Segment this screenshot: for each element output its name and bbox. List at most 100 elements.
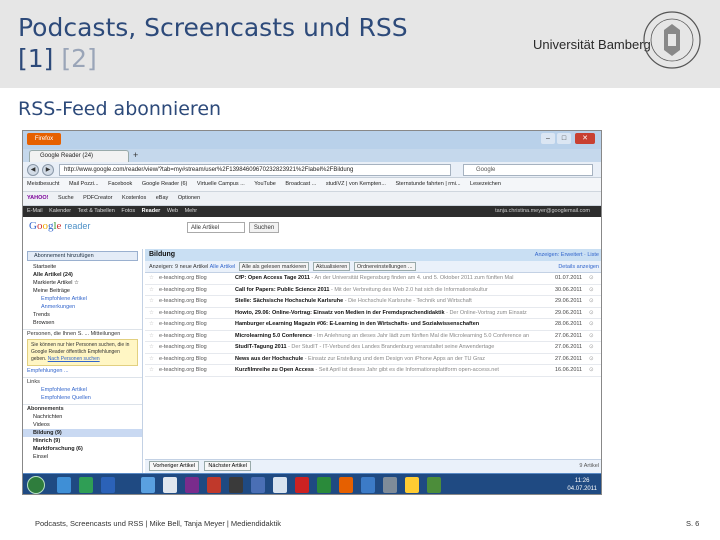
- subscriptions-section-heading[interactable]: Abonnements: [23, 404, 142, 413]
- star-icon[interactable]: ☆: [149, 273, 154, 284]
- star-icon[interactable]: ☆: [149, 342, 154, 353]
- outlook-icon[interactable]: [163, 477, 177, 493]
- google-reader-logo[interactable]: Google reader: [29, 220, 90, 232]
- article-title[interactable]: Howto, 29.06: Online-Vortrag: Einsatz vo…: [235, 308, 535, 319]
- bookmark-item[interactable]: Meistbesucht: [27, 181, 59, 187]
- open-item-icon[interactable]: ⊙: [589, 319, 594, 330]
- app-icon[interactable]: [251, 477, 265, 493]
- star-icon[interactable]: ☆: [149, 319, 154, 330]
- gbar-link[interactable]: Text & Tabellen: [78, 208, 115, 214]
- open-item-icon[interactable]: ⊙: [589, 342, 594, 353]
- filter-all-items[interactable]: Alle Artikel: [210, 264, 236, 270]
- reader-search-button[interactable]: Suchen: [249, 222, 279, 233]
- show-details-link[interactable]: Details anzeigen: [558, 261, 599, 273]
- view-mode-links[interactable]: Anzeigen: Erweitert · Liste: [535, 249, 599, 261]
- bookmark-item[interactable]: studiVZ | von Kempten...: [326, 181, 386, 187]
- close-button[interactable]: ✕: [575, 133, 595, 144]
- app-icon[interactable]: [317, 477, 331, 493]
- article-row[interactable]: ☆ e-teaching.org Blog StudIT-Tagung 2011 -…: [145, 342, 601, 354]
- yahoo-toolbar-logo[interactable]: YAHOO!: [27, 195, 49, 201]
- bookmark-item[interactable]: YouTube: [254, 181, 276, 187]
- reference-1[interactable]: [1]: [18, 44, 53, 73]
- filter-new-items[interactable]: Anzeigen: 9 neue Artikel: [149, 264, 208, 270]
- reference-2[interactable]: [2]: [61, 44, 96, 73]
- star-icon[interactable]: ☆: [149, 354, 154, 365]
- gbar-link[interactable]: Fotos: [121, 208, 135, 214]
- toolbar-item[interactable]: eBay: [156, 195, 169, 201]
- article-row[interactable]: ☆ e-teaching.org Blog Stelle: Sächsische H…: [145, 296, 601, 308]
- start-button-icon[interactable]: [27, 476, 45, 494]
- calc-icon[interactable]: [273, 477, 287, 493]
- open-item-icon[interactable]: ⊙: [589, 273, 594, 284]
- star-icon[interactable]: ☆: [149, 285, 154, 296]
- excel-icon[interactable]: [79, 477, 93, 493]
- onenote-icon[interactable]: [185, 477, 199, 493]
- open-item-icon[interactable]: ⊙: [589, 308, 594, 319]
- star-icon[interactable]: ☆: [149, 308, 154, 319]
- search-input[interactable]: Google: [463, 164, 593, 176]
- sidebar-subitem[interactable]: Anmerkungen: [23, 303, 142, 311]
- subscription-folder[interactable]: Nachrichten: [23, 413, 142, 421]
- find-people-link[interactable]: Nach Personen suchen: [48, 356, 100, 362]
- next-item-button[interactable]: Nächster Artikel: [204, 461, 251, 471]
- gbar-link[interactable]: Mehr: [185, 208, 198, 214]
- subscription-folder-selected[interactable]: Bildung (9): [23, 429, 142, 437]
- gbar-link[interactable]: Kalender: [49, 208, 71, 214]
- subscription-folder[interactable]: Videos: [23, 421, 142, 429]
- people-section-heading[interactable]: Personen, die Ihnen S. ... Mitteilungen: [23, 329, 142, 338]
- word-icon[interactable]: [101, 477, 115, 493]
- scope-select[interactable]: Alle Artikel: [187, 222, 245, 233]
- toolbar-item[interactable]: PDFCreator: [83, 195, 112, 201]
- open-item-icon[interactable]: ⊙: [589, 285, 594, 296]
- toolbar-search-button[interactable]: Suche: [58, 195, 74, 201]
- gbar-link[interactable]: Web: [167, 208, 178, 214]
- bookmark-item[interactable]: Google Reader (6): [142, 181, 188, 187]
- bookmark-item[interactable]: Sternstunde fahrten | rmi...: [395, 181, 460, 187]
- open-item-icon[interactable]: ⊙: [589, 296, 594, 307]
- media-icon[interactable]: [229, 477, 243, 493]
- article-title[interactable]: News aus der Hochschule - Einsatz zur Er…: [235, 354, 535, 365]
- explore-link[interactable]: Empfehlungen ...: [23, 367, 142, 375]
- folder-settings-button[interactable]: Ordnereinstellungen ...: [353, 262, 416, 271]
- article-row[interactable]: ☆ e-teaching.org Blog Microlearning 5.0 Co…: [145, 331, 601, 342]
- bookmark-item[interactable]: Facebook: [108, 181, 132, 187]
- subscription-folder[interactable]: Einsel: [23, 453, 142, 461]
- sidebar-item-all-items[interactable]: Alle Artikel (24): [23, 271, 142, 279]
- article-title[interactable]: Microlearning 5.0 Conference - Im Anlehn…: [235, 331, 535, 342]
- article-title[interactable]: Hamburger eLearning Magazin #06: E-Learn…: [235, 319, 535, 330]
- article-title[interactable]: Stelle: Sächsische Hochschule Karlsruhe …: [235, 296, 535, 307]
- open-item-icon[interactable]: ⊙: [589, 365, 594, 376]
- sidebar-item-home[interactable]: Startseite: [23, 263, 142, 271]
- bookmark-item[interactable]: Mail Pozzi...: [69, 181, 99, 187]
- powerpoint-icon[interactable]: [207, 477, 221, 493]
- add-subscription-button[interactable]: Abonnement hinzufügen: [27, 251, 138, 261]
- sidebar-item-trends[interactable]: Trends: [23, 311, 142, 319]
- links-section-heading[interactable]: Links: [23, 377, 142, 386]
- subscription-folder[interactable]: Hinrich (9): [23, 437, 142, 445]
- open-item-icon[interactable]: ⊙: [589, 331, 594, 342]
- acrobat-icon[interactable]: [295, 477, 309, 493]
- sidebar-subitem[interactable]: Empfohlene Artikel: [23, 295, 142, 303]
- new-tab-button[interactable]: +: [133, 150, 138, 161]
- article-row[interactable]: ☆ e-teaching.org Blog Kurzfilmreihe zu Ope…: [145, 365, 601, 377]
- star-icon[interactable]: ☆: [149, 331, 154, 342]
- links-item[interactable]: Empfohlene Quellen: [23, 394, 142, 402]
- url-bar[interactable]: http://www.google.com/reader/view/?tab=m…: [59, 164, 451, 176]
- gbar-link[interactable]: Reader: [142, 208, 161, 214]
- subscription-folder[interactable]: Marktforschung (6): [23, 445, 142, 453]
- sidebar-item-starred[interactable]: Markierte Artikel ☆: [23, 279, 142, 287]
- bookmark-item[interactable]: Lesezeichen: [470, 181, 501, 187]
- article-title[interactable]: CfP: Open Access Tage 2011 - An der Univ…: [235, 273, 535, 284]
- sidebar-item-browse[interactable]: Browsen: [23, 319, 142, 327]
- article-row[interactable]: ☆ e-teaching.org Blog Call for Papers: Pub…: [145, 285, 601, 296]
- minimize-button[interactable]: –: [541, 133, 555, 144]
- app-icon[interactable]: [427, 477, 441, 493]
- app-icon[interactable]: [141, 477, 155, 493]
- account-email[interactable]: tanja.christina.meyer@googlemail.com: [495, 206, 590, 217]
- star-icon[interactable]: ☆: [149, 296, 154, 307]
- firefox-menu-button[interactable]: Firefox: [27, 133, 61, 145]
- links-item[interactable]: Empfohlene Artikel: [23, 386, 142, 394]
- firefox-icon[interactable]: [339, 477, 353, 493]
- toolbar-item[interactable]: Kostenlos: [122, 195, 146, 201]
- sidebar-item-my-posts[interactable]: Meine Beiträge: [23, 287, 142, 295]
